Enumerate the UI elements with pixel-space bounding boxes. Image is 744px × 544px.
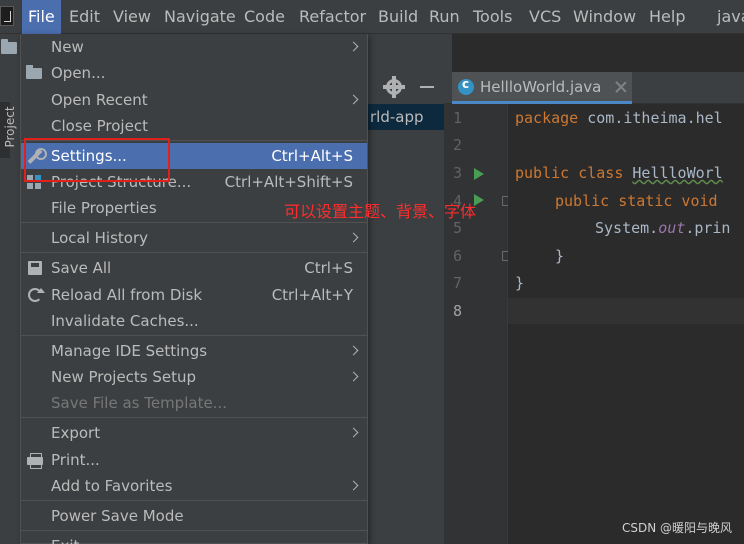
menu-run[interactable]: Run [423, 0, 466, 34]
watermark: CSDN @暖阳与晚风 [621, 521, 732, 535]
menu-item-invalidate-caches[interactable]: Invalidate Caches... [21, 308, 367, 334]
menu-item-new-projects-setup[interactable]: New Projects Setup [21, 364, 367, 390]
project-folder-icon[interactable] [1, 39, 17, 54]
line-number: 3 [452, 164, 462, 182]
code-line-6: } [555, 247, 565, 265]
menu-edit[interactable]: Edit [63, 0, 106, 34]
file-menu-dropdown: New Open... Open Recent Close Project Se… [20, 34, 368, 544]
intellij-logo-icon [0, 6, 14, 26]
code-line-1: package com.itheima.hel [515, 109, 723, 127]
menu-help[interactable]: Help [643, 0, 691, 34]
menu-item-local-history[interactable]: Local History [21, 225, 367, 251]
submenu-arrow-icon [348, 94, 359, 105]
menu-code[interactable]: Code [238, 0, 291, 34]
submenu-arrow-icon [348, 232, 359, 243]
submenu-arrow-icon [348, 371, 359, 382]
folder-open-icon [26, 65, 44, 81]
menu-item-export[interactable]: Export [21, 420, 367, 446]
menu-item-reload[interactable]: Reload All from Disk Ctrl+Alt+Y [21, 282, 367, 308]
submenu-arrow-icon [348, 427, 359, 438]
code-line-3: public class HellloWorl [515, 164, 723, 182]
line-number: 2 [452, 136, 462, 154]
menu-item-power-save-mode[interactable]: Power Save Mode [21, 503, 367, 529]
code-line-4: public static void [555, 192, 718, 210]
annotation-highlight-box [24, 138, 170, 182]
menu-separator [21, 335, 367, 336]
editor-tab-label: HellloWorld.java [480, 78, 602, 96]
annotation-text: 可以设置主题、背景、字体 [284, 202, 477, 221]
menu-refactor[interactable]: Refactor [293, 0, 372, 34]
menu-navigate[interactable]: Navigate [158, 0, 242, 34]
menu-item-close-project[interactable]: Close Project [21, 113, 367, 139]
menu-item-open[interactable]: Open... [21, 60, 367, 86]
project-tree-row[interactable]: rld-app [368, 104, 452, 130]
submenu-arrow-icon [348, 41, 359, 52]
menu-separator [21, 222, 367, 223]
print-icon [26, 452, 44, 469]
close-icon[interactable] [614, 80, 628, 94]
line-number: 8 [452, 302, 462, 320]
run-gutter-icon[interactable] [474, 168, 484, 180]
code-line-7: } [515, 274, 525, 292]
submenu-arrow-icon [348, 480, 359, 491]
submenu-arrow-icon [348, 345, 359, 356]
menu-item-open-recent[interactable]: Open Recent [21, 87, 367, 113]
window-title-fragment: java [717, 7, 744, 26]
menu-item-new[interactable]: New [21, 34, 367, 60]
project-tool-tab-label: Project [3, 106, 17, 148]
menu-file[interactable]: File [22, 0, 61, 34]
menu-window[interactable]: Window [567, 0, 642, 34]
editor-gutter: 1 2 3 4 5 6 7 8 [444, 104, 511, 544]
menu-item-add-to-favorites[interactable]: Add to Favorites [21, 473, 367, 499]
code-editor[interactable]: package com.itheima.hel public class Hel… [508, 104, 744, 544]
line-number: 7 [452, 274, 462, 292]
menu-item-print[interactable]: Print... [21, 447, 367, 473]
gear-icon[interactable] [383, 76, 405, 98]
current-line-highlight [508, 298, 744, 324]
line-number: 1 [452, 109, 462, 127]
menu-item-save-as-template: Save File as Template... [51, 394, 227, 412]
project-toolbar [368, 72, 452, 104]
menu-separator [21, 417, 367, 418]
menu-build[interactable]: Build [372, 0, 424, 34]
editor-tab-bar: HellloWorld.java [444, 72, 744, 104]
code-line-5: System.out.prin [595, 219, 731, 237]
line-number: 6 [452, 247, 462, 265]
menu-bar: File Edit View Navigate Code Refactor Bu… [0, 0, 744, 34]
menu-vcs[interactable]: VCS [523, 0, 567, 34]
java-class-icon [458, 77, 474, 95]
menu-view[interactable]: View [107, 0, 157, 34]
menu-separator [21, 530, 367, 531]
menu-tools[interactable]: Tools [467, 0, 518, 34]
menu-item-save-all[interactable]: Save All Ctrl+S [21, 255, 367, 281]
save-icon [26, 260, 44, 276]
reload-icon [26, 287, 45, 303]
menu-separator [21, 500, 367, 501]
menu-item-manage-ide-settings[interactable]: Manage IDE Settings [21, 338, 367, 364]
editor-tab-helloworld[interactable]: HellloWorld.java [452, 72, 632, 104]
menu-separator [21, 252, 367, 253]
tool-window-strip: Project [0, 34, 22, 544]
minimize-icon[interactable] [420, 86, 434, 88]
menu-item-exit[interactable]: Exit [21, 533, 367, 544]
